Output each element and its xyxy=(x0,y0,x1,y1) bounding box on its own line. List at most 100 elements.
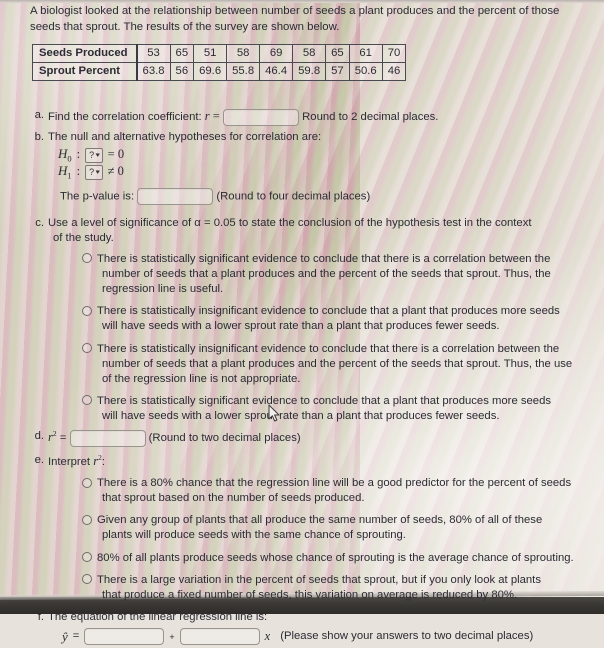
table-cell: 57 xyxy=(325,62,350,82)
option-c-3[interactable]: There is statistically insignificant evi… xyxy=(82,342,586,387)
option-c-2[interactable]: There is statistically insignificant evi… xyxy=(82,304,586,334)
table-cell: 61 xyxy=(348,43,383,64)
pvalue-row: The p-value is: (Round to four decimal p… xyxy=(60,187,586,205)
question-d-body: r2 = (Round to two decimal places) xyxy=(48,429,586,447)
table-cell: 58 xyxy=(292,43,327,64)
h0-rhs: = 0 xyxy=(107,147,125,162)
question-c-text-line2: of the study. xyxy=(53,231,114,244)
question-b-label: b. xyxy=(34,130,44,143)
h0-select-value: ? xyxy=(89,149,95,160)
h0-colon: : xyxy=(76,147,81,162)
equals-sign: = xyxy=(212,109,220,123)
option-c-4[interactable]: There is statistically significant evide… xyxy=(82,394,586,424)
survey-data-table: Seeds Produced 53 65 51 58 69 58 65 61 7… xyxy=(31,43,407,82)
table-cell: 59.8 xyxy=(292,62,327,82)
question-f-label: f. xyxy=(37,610,44,623)
radio-button-icon[interactable] xyxy=(82,253,92,264)
r-symbol: r xyxy=(204,109,210,123)
radio-button-icon[interactable] xyxy=(82,514,92,525)
table-cell: 69.6 xyxy=(193,62,228,82)
chevron-down-icon: ▾ xyxy=(95,168,101,176)
option-c-2-line1: There is statistically insignificant evi… xyxy=(97,305,560,318)
question-a-body: Find the correlation coefficient: r = Ro… xyxy=(48,108,586,126)
radio-button-icon[interactable] xyxy=(82,477,92,488)
x-symbol: x xyxy=(264,629,271,644)
intro-paragraph: A biologist looked at the relationship b… xyxy=(30,5,560,33)
d-equals: = xyxy=(59,432,67,445)
regression-equation-row: ŷ = + x (Please show your answers to two… xyxy=(62,628,586,646)
question-c-options: There is statistically significant evide… xyxy=(82,252,586,424)
hypothesis-null-row: H0 : ? ▾ = 0 xyxy=(58,146,586,164)
correlation-coefficient-input[interactable] xyxy=(223,108,299,126)
intercept-input[interactable] xyxy=(84,628,165,646)
table-cell: 51 xyxy=(193,43,228,64)
question-d-hint: (Round to two decimal places) xyxy=(148,432,301,445)
table-cell: 58 xyxy=(226,43,261,64)
question-c-body: Use a level of significance of α = 0.05 … xyxy=(48,216,586,425)
table-cell: 63.8 xyxy=(136,62,171,82)
question-b: b. The null and alternative hypotheses f… xyxy=(30,130,586,205)
option-e-4[interactable]: There is a large variation in the percen… xyxy=(82,573,586,603)
question-f-text: The equation of the linear regression li… xyxy=(48,610,268,623)
table-cell: 70 xyxy=(381,43,407,64)
table-cell: 65 xyxy=(169,43,195,64)
e-colon: : xyxy=(101,455,105,468)
question-e-text: Interpret xyxy=(48,455,91,468)
option-c-1[interactable]: There is statistically significant evide… xyxy=(82,252,586,297)
table-cell: 55.8 xyxy=(226,62,261,82)
question-c: c. Use a level of significance of α = 0.… xyxy=(30,216,586,425)
question-d-label: d. xyxy=(34,430,44,443)
option-e-1[interactable]: There is a 80% chance that the regressio… xyxy=(82,476,586,506)
radio-button-icon[interactable] xyxy=(82,395,92,406)
table-cell: 56 xyxy=(169,62,195,82)
table-cell: 50.6 xyxy=(348,62,383,82)
h1-parameter-select[interactable]: ? ▾ xyxy=(85,164,103,180)
hypotheses-block: H0 : ? ▾ = 0 H1 : ? ▾ ≠ 0 xyxy=(58,146,586,181)
question-f-hint: (Please show your answers to two decimal… xyxy=(280,630,534,643)
slope-input[interactable] xyxy=(179,628,260,646)
option-e-3-line1: 80% of all plants produce seeds whose ch… xyxy=(97,551,574,564)
option-c-4-line1: There is statistically significant evide… xyxy=(97,394,552,407)
option-e-1-line1: There is a 80% chance that the regressio… xyxy=(97,477,572,490)
question-b-text: The null and alternative hypotheses for … xyxy=(48,130,322,143)
question-f-body: The equation of the linear regression li… xyxy=(48,610,586,646)
r-squared-input[interactable] xyxy=(69,429,146,447)
h1-colon: : xyxy=(76,164,81,179)
hypothesis-alt-row: H1 : ? ▾ ≠ 0 xyxy=(58,163,586,181)
option-c-3-line3: of the regression line is not appropriat… xyxy=(102,372,301,385)
question-e: e. Interpret r2: There is a 80% chance t… xyxy=(30,453,586,603)
question-c-label: c. xyxy=(35,216,44,229)
h1-symbol: H1 xyxy=(58,163,72,181)
option-e-2[interactable]: Given any group of plants that all produ… xyxy=(82,513,586,543)
question-f: f. The equation of the linear regression… xyxy=(30,610,586,646)
h0-parameter-select[interactable]: ? ▾ xyxy=(85,147,103,163)
option-e-1-line2: that sprout based on the number of seeds… xyxy=(102,492,365,505)
option-c-1-line2: number of seeds that a plant produces an… xyxy=(102,268,551,281)
option-e-2-line2: plants will produce seeds with the same … xyxy=(102,529,406,542)
question-a-text: Find the correlation coefficient: xyxy=(48,111,202,123)
h1-rhs: ≠ 0 xyxy=(107,164,124,179)
pvalue-label: The p-value is: xyxy=(60,190,135,203)
question-d: d. r2 = (Round to two decimal places) xyxy=(30,429,586,447)
question-a-label: a. xyxy=(34,109,44,121)
table-cell: 46 xyxy=(381,62,407,82)
questions-container: a. Find the correlation coefficient: r =… xyxy=(30,108,586,648)
radio-button-icon[interactable] xyxy=(82,574,92,585)
question-a: a. Find the correlation coefficient: r =… xyxy=(30,108,586,126)
radio-button-icon[interactable] xyxy=(82,343,92,354)
f-equals: = xyxy=(72,630,80,643)
option-e-3[interactable]: 80% of all plants produce seeds whose ch… xyxy=(82,551,586,566)
pvalue-input[interactable] xyxy=(137,187,214,205)
h1-select-value: ? xyxy=(89,166,95,177)
option-c-1-line3: regression line is useful. xyxy=(102,283,224,296)
question-b-body: The null and alternative hypotheses for … xyxy=(48,130,586,205)
table-cell: 46.4 xyxy=(259,62,294,82)
plus-sign: + xyxy=(169,631,175,642)
question-e-label: e. xyxy=(34,453,44,466)
radio-button-icon[interactable] xyxy=(82,305,92,316)
option-e-4-line2: that produce a fixed number of seeds, th… xyxy=(102,588,518,601)
table-header-seeds-produced: Seeds Produced xyxy=(31,43,138,64)
radio-button-icon[interactable] xyxy=(82,552,92,563)
option-c-2-line2: will have seeds with a lower sprout rate… xyxy=(102,320,500,333)
table-row-sprout: Sprout Percent 63.8 56 69.6 55.8 46.4 59… xyxy=(31,62,407,82)
